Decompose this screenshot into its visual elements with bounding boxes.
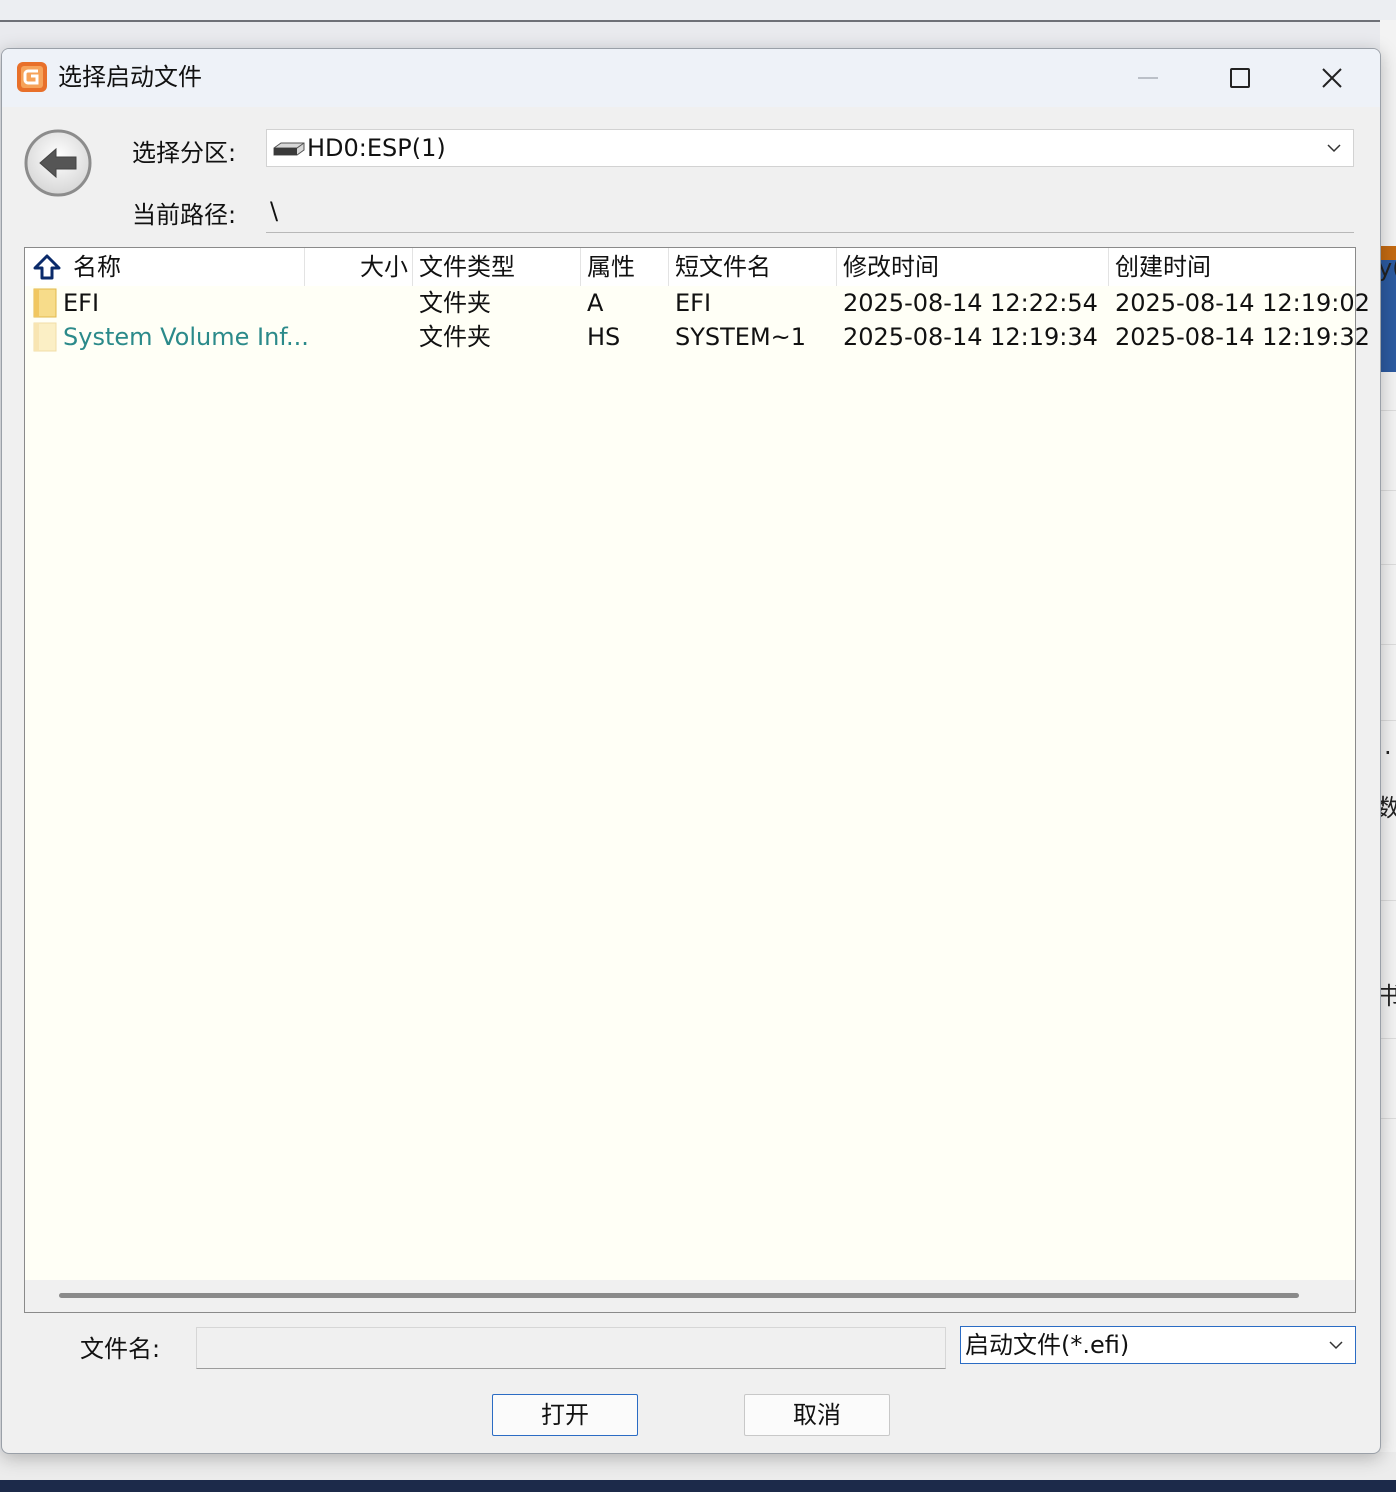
current-path-field[interactable]: \ [266, 191, 1354, 233]
up-folder-icon[interactable] [33, 254, 61, 280]
back-button[interactable] [24, 129, 92, 197]
close-button[interactable] [1286, 49, 1378, 107]
folder-icon [33, 288, 57, 318]
file-created: 2025-08-14 12:19:32 [1115, 323, 1370, 351]
file-row[interactable]: EFI 文件夹 A EFI 2025-08-14 12:22:54 2025-0… [25, 286, 1370, 320]
column-header-type[interactable]: 文件类型 [413, 248, 581, 286]
file-attributes: HS [587, 323, 621, 351]
file-short-name: EFI [675, 289, 712, 317]
horizontal-scrollbar[interactable] [25, 1280, 1355, 1312]
background-app-toolbar [0, 0, 1396, 22]
file-list[interactable]: 名称 大小 文件类型 属性 短文件名 修改时间 创建时间 EFI 文件夹 A E… [24, 247, 1370, 1313]
chevron-down-icon [1327, 144, 1341, 153]
file-modified: 2025-08-14 12:22:54 [843, 289, 1098, 317]
dialog-title: 选择启动文件 [58, 63, 202, 91]
file-attributes: A [587, 289, 604, 317]
maximize-icon [1230, 68, 1250, 88]
current-path-value: \ [270, 197, 279, 225]
column-header-short-name[interactable]: 短文件名 [669, 248, 837, 286]
folder-icon [33, 322, 57, 352]
file-modified: 2025-08-14 12:19:34 [843, 323, 1098, 351]
open-button[interactable]: 打开 [492, 1394, 638, 1436]
background-app-statusbar [0, 1452, 1396, 1480]
background-app-edge: y( . 数) 书 [1376, 20, 1396, 1480]
cancel-button[interactable]: 取消 [744, 1394, 890, 1436]
file-created: 2025-08-14 12:19:02 [1115, 289, 1370, 317]
app-logo-icon [17, 62, 47, 92]
file-name: System Volume Inf... [63, 323, 309, 351]
background-text: . [1384, 732, 1392, 760]
scrollbar-thumb[interactable] [59, 1293, 1299, 1298]
select-boot-file-dialog: 选择启动文件 选择分区: HD0:ESP(1) 当前路径: \ 名称 大小 文件… [1, 48, 1381, 1454]
maximize-button[interactable] [1194, 49, 1286, 107]
partition-label: 选择分区: [132, 139, 237, 167]
file-list-header: 名称 大小 文件类型 属性 短文件名 修改时间 创建时间 [25, 248, 1355, 286]
file-type-filter-select[interactable]: 启动文件(*.efi) [960, 1326, 1356, 1364]
filename-label: 文件名: [80, 1335, 161, 1363]
drive-icon [273, 142, 305, 156]
partition-select[interactable]: HD0:ESP(1) [266, 129, 1354, 167]
filename-input[interactable] [196, 1327, 946, 1369]
partition-value: HD0:ESP(1) [307, 134, 446, 162]
taskbar [0, 1480, 1396, 1492]
filter-value: 启动文件(*.efi) [965, 1331, 1130, 1359]
minimize-button[interactable] [1102, 49, 1194, 107]
column-header-size[interactable]: 大小 [305, 248, 413, 286]
column-header-created[interactable]: 创建时间 [1109, 248, 1355, 286]
column-header-name[interactable]: 名称 [25, 248, 305, 286]
close-icon [1322, 68, 1342, 88]
file-short-name: SYSTEM~1 [675, 323, 807, 351]
file-row[interactable]: System Volume Inf... 文件夹 HS SYSTEM~1 202… [25, 320, 1370, 354]
minimize-icon [1138, 77, 1158, 79]
column-header-modified[interactable]: 修改时间 [837, 248, 1109, 286]
path-label: 当前路径: [132, 201, 237, 229]
column-header-attributes[interactable]: 属性 [581, 248, 669, 286]
file-name: EFI [63, 289, 100, 317]
title-bar[interactable]: 选择启动文件 [2, 49, 1380, 107]
file-type: 文件夹 [419, 289, 491, 317]
file-type: 文件夹 [419, 323, 491, 351]
chevron-down-icon [1329, 1341, 1343, 1350]
